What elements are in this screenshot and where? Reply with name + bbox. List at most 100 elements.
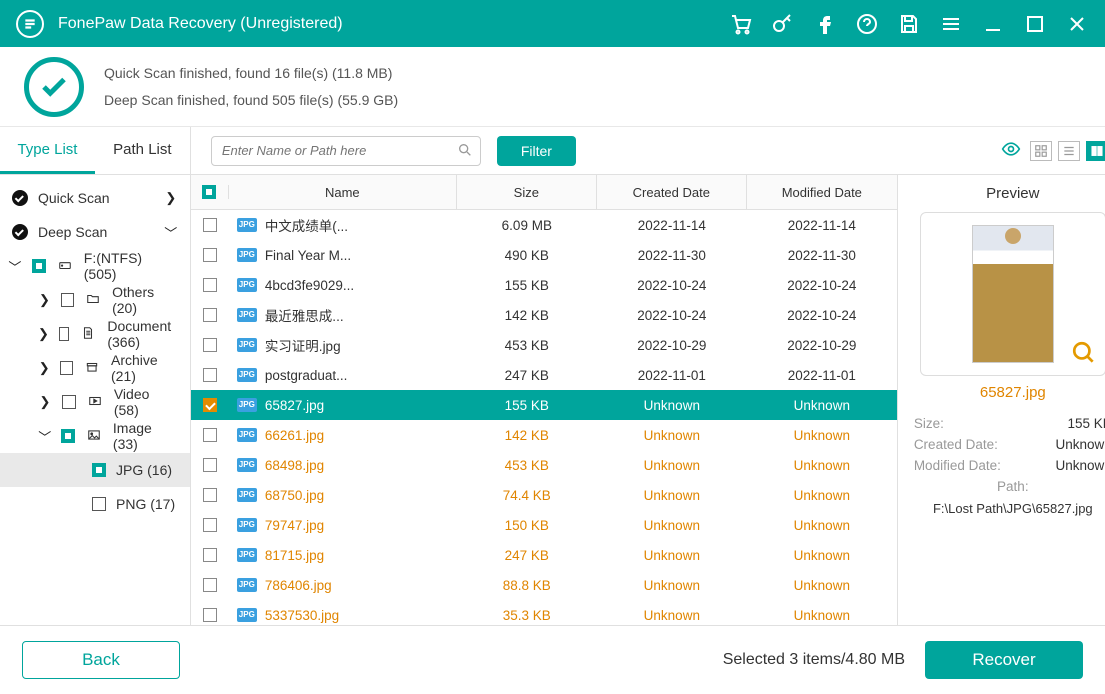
header-name[interactable]: Name [229,175,457,210]
checkbox[interactable] [92,497,106,511]
preview-thumbnail[interactable] [920,212,1105,376]
row-checkbox[interactable] [191,578,229,592]
header-checkbox[interactable] [191,185,229,199]
file-row[interactable]: JPG65827.jpg155 KBUnknownUnknown [191,390,897,420]
row-checkbox[interactable] [191,368,229,382]
jpg-icon: JPG [237,308,257,322]
tree-jpg[interactable]: JPG (16) [0,453,190,487]
row-checkbox[interactable] [191,458,229,472]
row-checkbox[interactable] [191,218,229,232]
file-row[interactable]: JPG786406.jpg88.8 KBUnknownUnknown [191,570,897,600]
file-row[interactable]: JPG68750.jpg74.4 KBUnknownUnknown [191,480,897,510]
file-row[interactable]: JPG66261.jpg142 KBUnknownUnknown [191,420,897,450]
file-size: 155 KB [457,278,597,293]
checkbox[interactable] [59,327,69,341]
row-checkbox[interactable] [191,548,229,562]
checkbox[interactable] [62,395,76,409]
file-row[interactable]: JPG79747.jpg150 KBUnknownUnknown [191,510,897,540]
file-row[interactable]: JPGpostgraduat...247 KB2022-11-012022-11… [191,360,897,390]
file-row[interactable]: JPG实习证明.jpg453 KB2022-10-292022-10-29 [191,330,897,360]
checkbox[interactable] [60,361,73,375]
tree-video[interactable]: ❯Video (58) [0,385,190,419]
file-size: 247 KB [457,548,597,563]
save-icon[interactable] [897,12,921,36]
chevron-down-icon: ﹀ [8,257,22,276]
check-dot-icon [12,190,28,206]
file-row[interactable]: JPG中文成绩单(...6.09 MB2022-11-142022-11-14 [191,210,897,240]
tree-png[interactable]: PNG (17) [0,487,190,521]
file-created: Unknown [597,428,747,443]
view-detail-icon[interactable] [1086,141,1105,161]
file-name: 81715.jpg [265,548,324,563]
file-row[interactable]: JPG68498.jpg453 KBUnknownUnknown [191,450,897,480]
tree-others[interactable]: ❯Others (20) [0,283,190,317]
close-icon[interactable] [1065,12,1089,36]
magnify-icon[interactable] [1071,340,1097,369]
tree-label: Others (20) [112,284,178,316]
quick-scan-summary: Quick Scan finished, found 16 file(s) (1… [104,60,398,87]
view-list-icon[interactable] [1058,141,1080,161]
jpg-icon: JPG [237,548,257,562]
facebook-icon[interactable] [813,12,837,36]
file-row[interactable]: JPGFinal Year M...490 KB2022-11-302022-1… [191,240,897,270]
file-modified: 2022-11-30 [747,248,897,263]
image-icon [85,428,103,445]
file-created: Unknown [597,458,747,473]
jpg-icon: JPG [237,518,257,532]
back-button[interactable]: Back [22,641,180,679]
row-checkbox[interactable] [191,608,229,622]
search-input[interactable] [211,136,481,166]
file-name: 中文成绩单(... [265,215,348,235]
tree-label: JPG (16) [116,462,172,478]
file-size: 247 KB [457,368,597,383]
tab-path-list[interactable]: Path List [95,127,190,174]
key-icon[interactable] [771,12,795,36]
checkbox[interactable] [92,463,106,477]
file-modified: 2022-10-24 [747,308,897,323]
tree-archive[interactable]: ❯Archive (21) [0,351,190,385]
tree-image[interactable]: ﹀Image (33) [0,419,190,453]
search-icon[interactable] [457,142,473,161]
titlebar: FonePaw Data Recovery (Unregistered) [0,0,1105,47]
row-checkbox[interactable] [191,518,229,532]
preview-filename: 65827.jpg [914,384,1105,401]
view-grid-icon[interactable] [1030,141,1052,161]
file-row[interactable]: JPG5337530.jpg35.3 KBUnknownUnknown [191,600,897,625]
maximize-icon[interactable] [1023,12,1047,36]
row-checkbox[interactable] [191,308,229,322]
preview-toggle-icon[interactable] [998,139,1024,162]
tree-document[interactable]: ❯Document (366) [0,317,190,351]
row-checkbox[interactable] [191,428,229,442]
tree-drive[interactable]: ﹀ F:(NTFS) (505) [0,249,190,283]
header-size[interactable]: Size [457,175,597,210]
header-created[interactable]: Created Date [597,175,747,210]
row-checkbox[interactable] [191,248,229,262]
file-modified: 2022-10-29 [747,338,897,353]
file-row[interactable]: JPG4bcd3fe9029...155 KB2022-10-242022-10… [191,270,897,300]
cart-icon[interactable] [729,12,753,36]
row-checkbox[interactable] [191,278,229,292]
filter-button[interactable]: Filter [497,136,576,166]
row-checkbox[interactable] [191,338,229,352]
minimize-icon[interactable] [981,12,1005,36]
file-name: 5337530.jpg [265,608,339,623]
row-checkbox[interactable] [191,398,229,412]
file-row[interactable]: JPG最近雅思成...142 KB2022-10-242022-10-24 [191,300,897,330]
tree-quick-scan[interactable]: Quick Scan❯ [0,181,190,215]
checkbox[interactable] [61,429,75,443]
tab-type-list[interactable]: Type List [0,127,95,174]
feedback-icon[interactable] [855,12,879,36]
jpg-icon: JPG [237,278,257,292]
row-checkbox[interactable] [191,488,229,502]
header-modified[interactable]: Modified Date [747,175,897,210]
recover-button[interactable]: Recover [925,641,1083,679]
file-row[interactable]: JPG81715.jpg247 KBUnknownUnknown [191,540,897,570]
menu-icon[interactable] [939,12,963,36]
created-label: Created Date: [914,437,998,452]
tree-label: F:(NTFS) (505) [84,250,178,282]
checkbox[interactable] [32,259,46,273]
size-label: Size: [914,416,944,431]
check-dot-icon [12,224,28,240]
tree-deep-scan[interactable]: Deep Scan﹀ [0,215,190,249]
checkbox[interactable] [61,293,74,307]
